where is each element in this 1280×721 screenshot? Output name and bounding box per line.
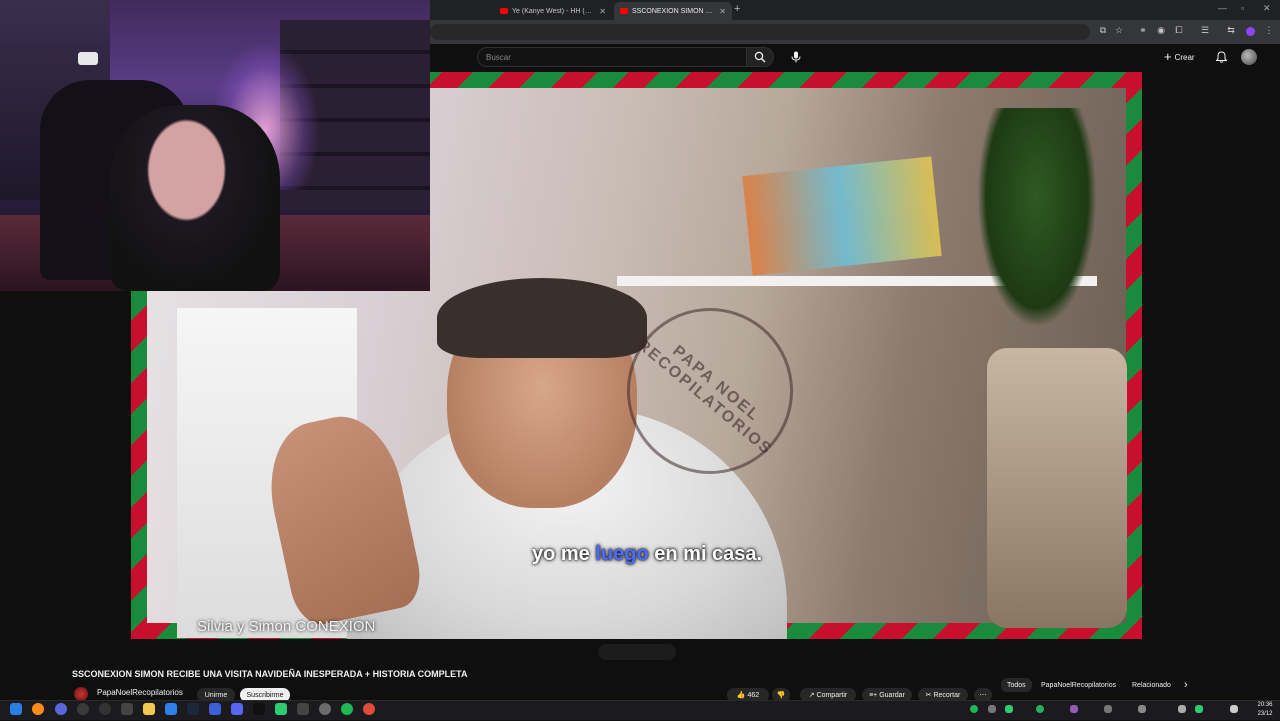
profile-icon[interactable] [1246,27,1255,36]
minimize-icon[interactable]: — [1218,3,1227,13]
clock-time: 20:36 [1257,702,1273,708]
tray-icon[interactable] [1178,705,1186,713]
tray-icon[interactable] [1138,705,1146,713]
tray-icon[interactable] [988,705,996,713]
subtitle-text: en mi casa. [648,543,763,565]
create-label: Crear [1174,52,1195,62]
tab-ssconexion[interactable]: SSCONEXION SIMON RECIB ✕ [614,2,732,20]
video-title: SSCONEXION SIMON RECIBE UNA VISITA NAVID… [72,669,468,679]
youtube-favicon-icon [620,8,628,14]
bookmark-star-icon[interactable]: ☆ [1114,25,1124,37]
search-box[interactable] [477,47,747,67]
puzzle-icon[interactable]: ⧠ [1174,25,1184,37]
player-controls-hint[interactable] [598,644,676,660]
subscribe-label: Suscribirme [246,691,284,699]
install-app-icon[interactable]: ⧉ [1098,25,1108,37]
bell-icon [1215,51,1227,63]
watermark-text: PAPA NOEL RECOPILATORIOS [633,336,776,459]
steam-icon[interactable] [187,703,199,715]
chip-channel[interactable]: PapaNoelRecopilatorios [1041,682,1116,689]
voice-search-button[interactable] [787,48,805,66]
scene-poster [742,156,942,276]
tab-label: Ye (Kanye West) - HH (Happy H [512,7,595,15]
thumbs-down-icon: 👎 [776,692,786,699]
create-button[interactable]: + Crear [1164,49,1195,65]
app-icon[interactable] [275,703,287,715]
youtube-play-button-icon [78,52,98,65]
close-icon[interactable]: ✕ [599,7,606,16]
thumbs-up-icon: 👍 [736,692,748,699]
search-icon[interactable] [32,703,44,715]
tray-icon[interactable] [970,705,978,713]
save-label: Guardar [879,691,905,699]
plus-icon: + [1164,49,1172,64]
search-input[interactable] [486,51,736,63]
tray-icon[interactable] [1005,705,1013,713]
streamer-webcam [0,0,430,291]
clock-date: 23/12 [1257,711,1273,717]
youtube-favicon-icon [500,8,508,14]
source-caption: Silvia y Simon CONEXION [197,618,376,635]
app-icon[interactable] [99,703,111,715]
chevron-right-icon[interactable]: › [1184,679,1188,691]
chip-related[interactable]: Relacionado [1132,682,1171,689]
reading-list-icon[interactable]: ☰ [1200,25,1210,37]
tray-icon[interactable] [1036,705,1044,713]
new-tab-button[interactable]: + [734,3,740,15]
app-icon[interactable] [55,703,67,715]
chrome-icon[interactable] [319,703,331,715]
omnibox[interactable] [430,24,1090,40]
scene-person-hair [437,278,647,358]
search-button[interactable] [746,47,774,67]
webcam-streamer [110,105,280,291]
notifications-button[interactable] [1213,49,1229,65]
share-label: Compartir [816,691,848,699]
join-label: Unirme [204,691,228,699]
close-window-icon[interactable]: ✕ [1263,3,1271,14]
maximize-icon[interactable]: ▫ [1241,3,1244,13]
spotify-icon[interactable] [341,703,353,715]
volume-icon[interactable] [1230,705,1238,713]
app-icon[interactable] [209,703,221,715]
app-icon[interactable] [121,703,133,715]
scene-chair [987,348,1127,628]
scene-plant [977,108,1097,328]
clip-label: Recortar [933,691,961,699]
save-icon: ≡+ [869,691,880,699]
account-avatar[interactable] [1241,49,1257,65]
taskbar-clock[interactable]: 20:36 23/12 [1250,700,1280,721]
close-icon[interactable]: ✕ [719,7,726,16]
tiktok-icon[interactable] [253,703,265,715]
extension-icon[interactable]: ◉ [1156,25,1166,37]
channel-avatar[interactable] [74,687,88,701]
app-icon[interactable] [297,703,309,715]
scissors-icon: ✂ [925,692,934,699]
video-subtitle: yo me luego en mi casa. [532,543,762,566]
subtitle-text: yo me [532,543,596,565]
share-icon: ↗ [808,692,817,699]
tray-icon[interactable] [1104,705,1112,713]
app-icon[interactable] [77,703,89,715]
extension-icon[interactable]: ⚭ [1138,25,1148,37]
chrome-icon[interactable] [363,703,375,715]
tab-label: SSCONEXION SIMON RECIB [632,7,716,15]
app-icon[interactable] [165,703,177,715]
chip-all[interactable]: Todos [1001,678,1032,692]
tray-icon[interactable] [1195,705,1203,713]
more-icon: ⋯ [979,692,987,699]
microphone-icon [791,51,801,63]
file-explorer-icon[interactable] [143,703,155,715]
subtitle-highlight: luego [595,543,649,565]
windows-start-icon[interactable] [10,703,22,715]
discord-icon[interactable] [231,703,243,715]
extension-icon[interactable]: ⇆ [1226,25,1236,37]
search-icon [754,51,766,63]
channel-name[interactable]: PapaNoelRecopilatorios [97,688,183,697]
like-count: 462 [747,691,760,699]
menu-icon[interactable]: ⋮ [1264,25,1274,37]
tab-kanye[interactable]: Ye (Kanye West) - HH (Happy H ✕ [494,2,612,20]
tray-icon[interactable] [1070,705,1078,713]
